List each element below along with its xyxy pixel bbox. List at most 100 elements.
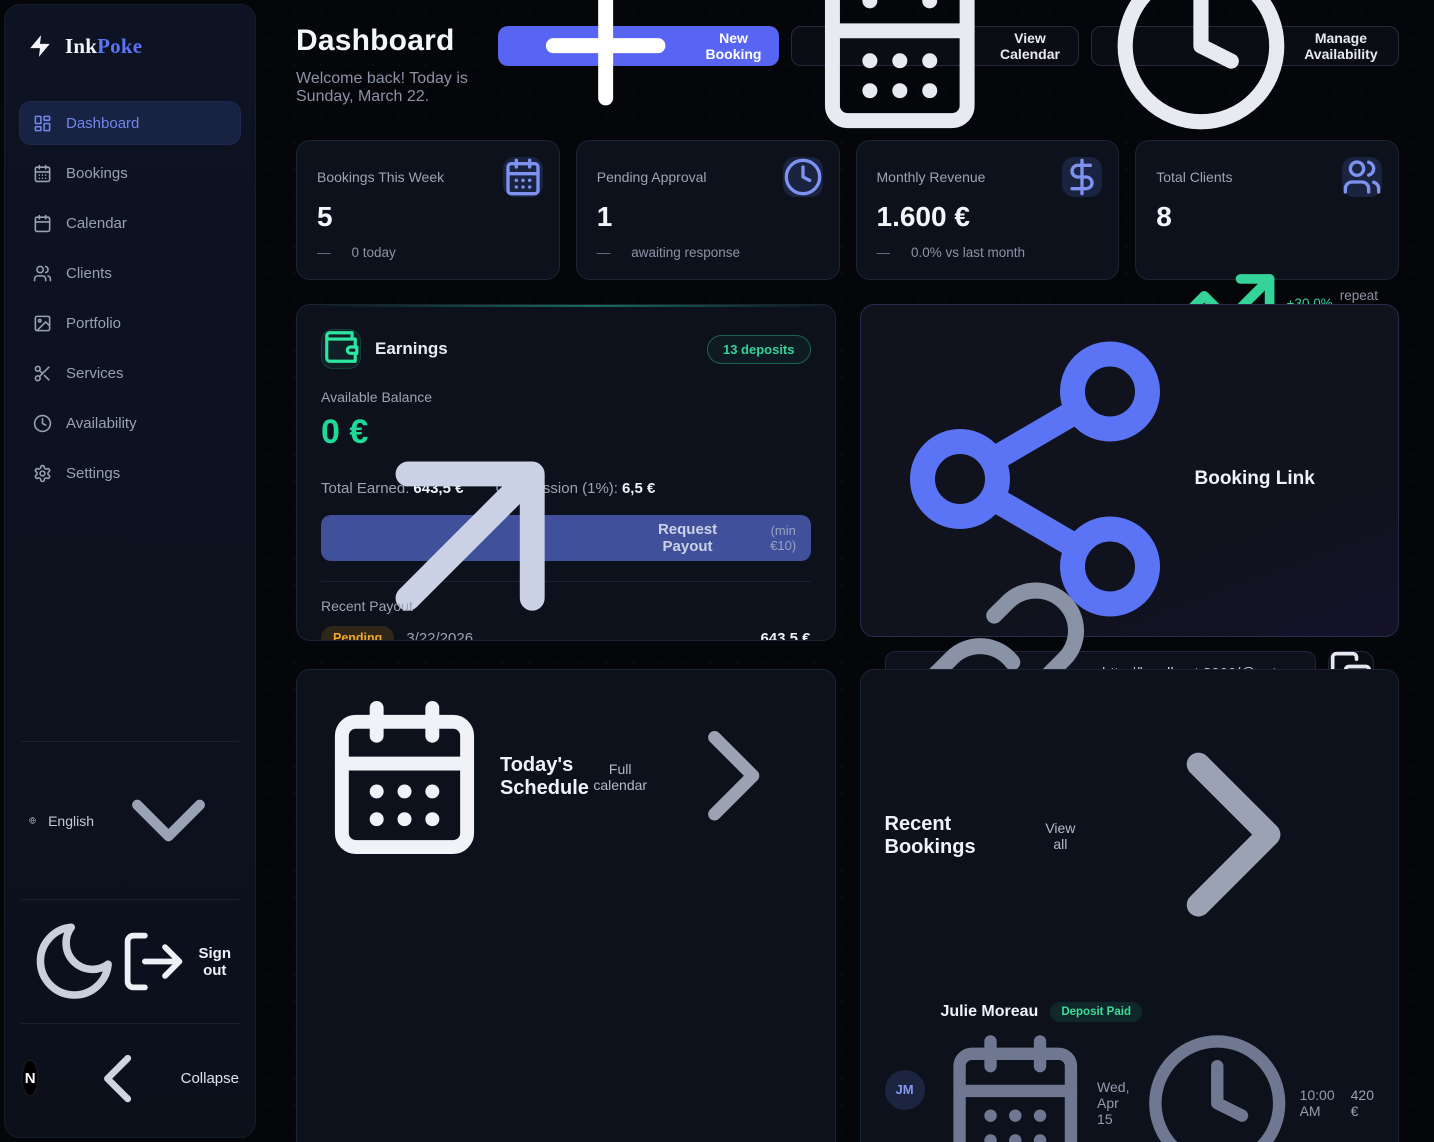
view-all-link[interactable]: View all [1038,694,1374,978]
stat-card: Bookings This Week 5 — 0 today [296,140,560,280]
sidebar-item[interactable]: Availability [19,401,241,445]
sidebar-item[interactable]: Clients [19,251,241,295]
recent-bookings-header: Recent Bookings View all [885,694,1375,978]
clock-icon [1143,1029,1292,1142]
image-icon [33,314,52,333]
welcome-text: Welcome back! Today is Sunday, March 22. [296,70,498,106]
brand-name-secondary: Poke [97,34,142,58]
booking-info: Julie Moreau Deposit Paid Wed, Apr 15 10… [941,1002,1375,1142]
booking-link-title: Booking Link [1195,468,1315,490]
log-out-icon [119,927,188,996]
user-avatar[interactable]: N [21,1059,39,1097]
deposits-badge: 13 deposits [707,335,811,364]
booking-time: 10:00 AM [1300,1087,1335,1119]
stat-sub-label: 0 today [352,245,396,260]
dash-glyph: — [317,245,331,260]
payout-status-badge: Pending [321,626,394,641]
recent-bookings-card: Recent Bookings View all JM Julie More [860,669,1400,1142]
sidebar-item-label: Settings [66,465,120,482]
brand-logo: InkPoke [19,25,241,83]
sign-out-button[interactable]: Sign out [119,927,231,996]
status-badge: Deposit Paid [1050,1002,1142,1022]
clock-icon [783,157,823,197]
dash-glyph: — [877,245,891,260]
page-title: Dashboard [296,24,498,58]
stat-subtext: — awaiting response [597,245,819,260]
sidebar-nav: Dashboard Bookings Calendar Clients [19,101,241,495]
settings-icon [33,464,52,483]
stat-value: 1.600 € [877,201,1099,233]
brand-name-primary: Ink [65,34,97,58]
sign-out-label: Sign out [199,945,232,979]
sidebar-item[interactable]: Calendar [19,201,241,245]
stats-row: Bookings This Week 5 — 0 today Pending A… [296,140,1399,280]
schedule-empty-state: No sessions scheduled for today Add a bo… [321,861,811,1142]
full-calendar-label: Full calendar [593,761,647,793]
earnings-card: Earnings 13 deposits Available Balance 0… [296,304,836,641]
calendar-icon [941,1029,1090,1142]
commission-value: 6,5 € [622,480,655,497]
manage-availability-label: Manage Availability [1302,30,1380,62]
calendar-days-icon [503,157,543,197]
booking-amount: 420 € [1351,1087,1374,1119]
sidebar-item[interactable]: Bookings [19,151,241,195]
booking-date: Wed, Apr 15 [1097,1079,1135,1127]
todays-schedule-card: Today's Schedule Full calendar No sessio… [296,669,836,1142]
language-selector[interactable]: English [19,742,241,899]
sidebar-footer: English Sign out N Collapse [19,741,241,1119]
sidebar-item[interactable]: Settings [19,451,241,495]
brand-name: InkPoke [65,34,142,59]
users-icon [1342,157,1382,197]
theme-toggle-button[interactable] [29,916,119,1006]
users-icon [33,264,52,283]
collapse-button[interactable]: Collapse [77,1038,239,1119]
view-all-label: View all [1038,820,1083,852]
wallet-iconbox [321,329,361,369]
booking-link-card: Booking Link Share [860,304,1400,637]
new-booking-label: New Booking [705,30,761,62]
dash-glyph: — [597,245,611,260]
sidebar-item[interactable]: Services [19,351,241,395]
clock-icon [33,414,52,433]
middle-row: Earnings 13 deposits Available Balance 0… [296,304,1399,641]
app-root: InkPoke Dashboard Bookings Calendar [0,0,1434,1142]
view-calendar-label: View Calendar [1000,30,1060,62]
chevron-down-icon [106,758,231,883]
page-header-text: Dashboard Welcome back! Today is Sunday,… [296,24,498,106]
collapse-row: N Collapse [19,1024,241,1119]
sidebar-item-label: Availability [66,415,137,432]
stat-subtext: — 0 today [317,245,539,260]
scissors-icon [33,364,52,383]
plus-icon [516,0,695,136]
sidebar-item-label: Clients [66,265,112,282]
calendar-icon [810,0,990,136]
manage-availability-button[interactable]: Manage Availability [1091,26,1399,66]
payout-min-hint: (min €10) [756,523,811,553]
payout-date: 3/22/2026 [406,630,473,642]
zap-logo-icon [27,33,53,59]
sidebar: InkPoke Dashboard Bookings Calendar [4,4,256,1138]
full-calendar-link[interactable]: Full calendar [593,699,810,855]
calendar-icon [33,214,52,233]
booking-avatar: JM [885,1070,925,1110]
stat-value: 8 [1156,201,1378,233]
view-calendar-button[interactable]: View Calendar [791,26,1078,66]
request-payout-button[interactable]: Request Payout (min €10) [321,515,811,561]
booking-list: JM Julie Moreau Deposit Paid Wed, Apr 15 [885,986,1375,1142]
stat-card: Total Clients 8 +30.0% repeat rate [1135,140,1399,280]
sidebar-item-label: Services [66,365,124,382]
stat-value: 1 [597,201,819,233]
schedule-header: Today's Schedule Full calendar [321,694,811,861]
sidebar-item[interactable]: Portfolio [19,301,241,345]
clock-icon [1110,0,1292,137]
sidebar-item-label: Calendar [66,215,127,232]
booking-row[interactable]: JM Julie Moreau Deposit Paid Wed, Apr 15 [885,986,1375,1142]
chevron-right-icon [1093,694,1374,978]
stat-sub-label: 0.0% vs last month [911,245,1025,260]
dashboard-icon [33,114,52,133]
new-booking-button[interactable]: New Booking [498,26,779,66]
sidebar-item[interactable]: Dashboard [19,101,241,145]
earnings-header: Earnings 13 deposits [321,329,811,369]
booking-meta: Wed, Apr 15 10:00 AM 420 € [941,1029,1375,1142]
moon-icon [29,916,119,1006]
